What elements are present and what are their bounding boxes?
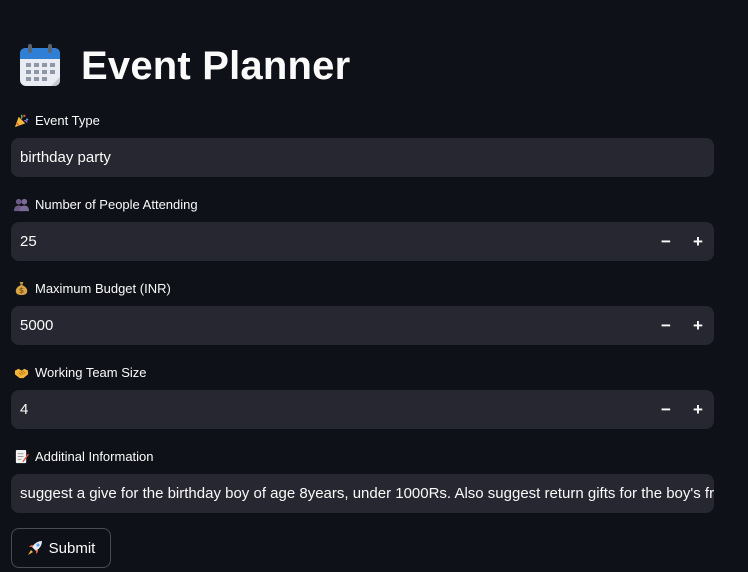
people-label-row: Number of People Attending	[11, 194, 714, 214]
handshake-icon	[13, 364, 29, 380]
team-label-row: Working Team Size	[11, 362, 714, 382]
info-value[interactable]: suggest a give for the birthday boy of a…	[20, 485, 714, 502]
party-popper-icon	[13, 112, 29, 128]
people-label: Number of People Attending	[35, 196, 198, 212]
budget-field: $ Maximum Budget (INR) 5000 − +	[11, 278, 714, 345]
budget-value[interactable]: 5000	[20, 317, 650, 334]
people-field: Number of People Attending 25 − +	[11, 194, 714, 261]
submit-label: Submit	[48, 539, 96, 557]
people-icon	[13, 196, 29, 212]
people-value[interactable]: 25	[20, 233, 650, 250]
event-type-input[interactable]: birthday party	[11, 138, 714, 177]
event-type-field: Event Type birthday party	[11, 110, 714, 177]
team-decrement-button[interactable]: −	[650, 390, 682, 429]
event-type-label-row: Event Type	[11, 110, 714, 130]
people-number-input[interactable]: 25 − +	[11, 222, 714, 261]
budget-label-row: $ Maximum Budget (INR)	[11, 278, 714, 298]
submit-button[interactable]: Submit	[11, 528, 111, 568]
people-increment-button[interactable]: +	[682, 222, 714, 261]
team-value[interactable]: 4	[20, 401, 650, 418]
event-type-value[interactable]: birthday party	[20, 149, 714, 166]
page-title: Event Planner	[81, 43, 351, 88]
people-decrement-button[interactable]: −	[650, 222, 682, 261]
budget-decrement-button[interactable]: −	[650, 306, 682, 345]
team-label: Working Team Size	[35, 364, 147, 380]
event-planner-page: Event Planner Event Type birthday party	[0, 0, 748, 572]
info-field: Additinal Information suggest a give for…	[11, 446, 714, 513]
event-type-label: Event Type	[35, 112, 100, 128]
money-bag-icon: $	[13, 280, 29, 296]
budget-increment-button[interactable]: +	[682, 306, 714, 345]
team-field: Working Team Size 4 − +	[11, 362, 714, 429]
team-number-input[interactable]: 4 − +	[11, 390, 714, 429]
team-increment-button[interactable]: +	[682, 390, 714, 429]
rocket-icon	[27, 540, 43, 556]
calendar-icon	[17, 43, 63, 89]
info-label-row: Additinal Information	[11, 446, 714, 466]
budget-number-input[interactable]: 5000 − +	[11, 306, 714, 345]
svg-text:$: $	[18, 286, 23, 295]
budget-label: Maximum Budget (INR)	[35, 280, 171, 296]
info-input[interactable]: suggest a give for the birthday boy of a…	[11, 474, 714, 513]
info-label: Additinal Information	[35, 448, 154, 464]
title-row: Event Planner	[17, 38, 350, 94]
memo-icon	[13, 448, 29, 464]
